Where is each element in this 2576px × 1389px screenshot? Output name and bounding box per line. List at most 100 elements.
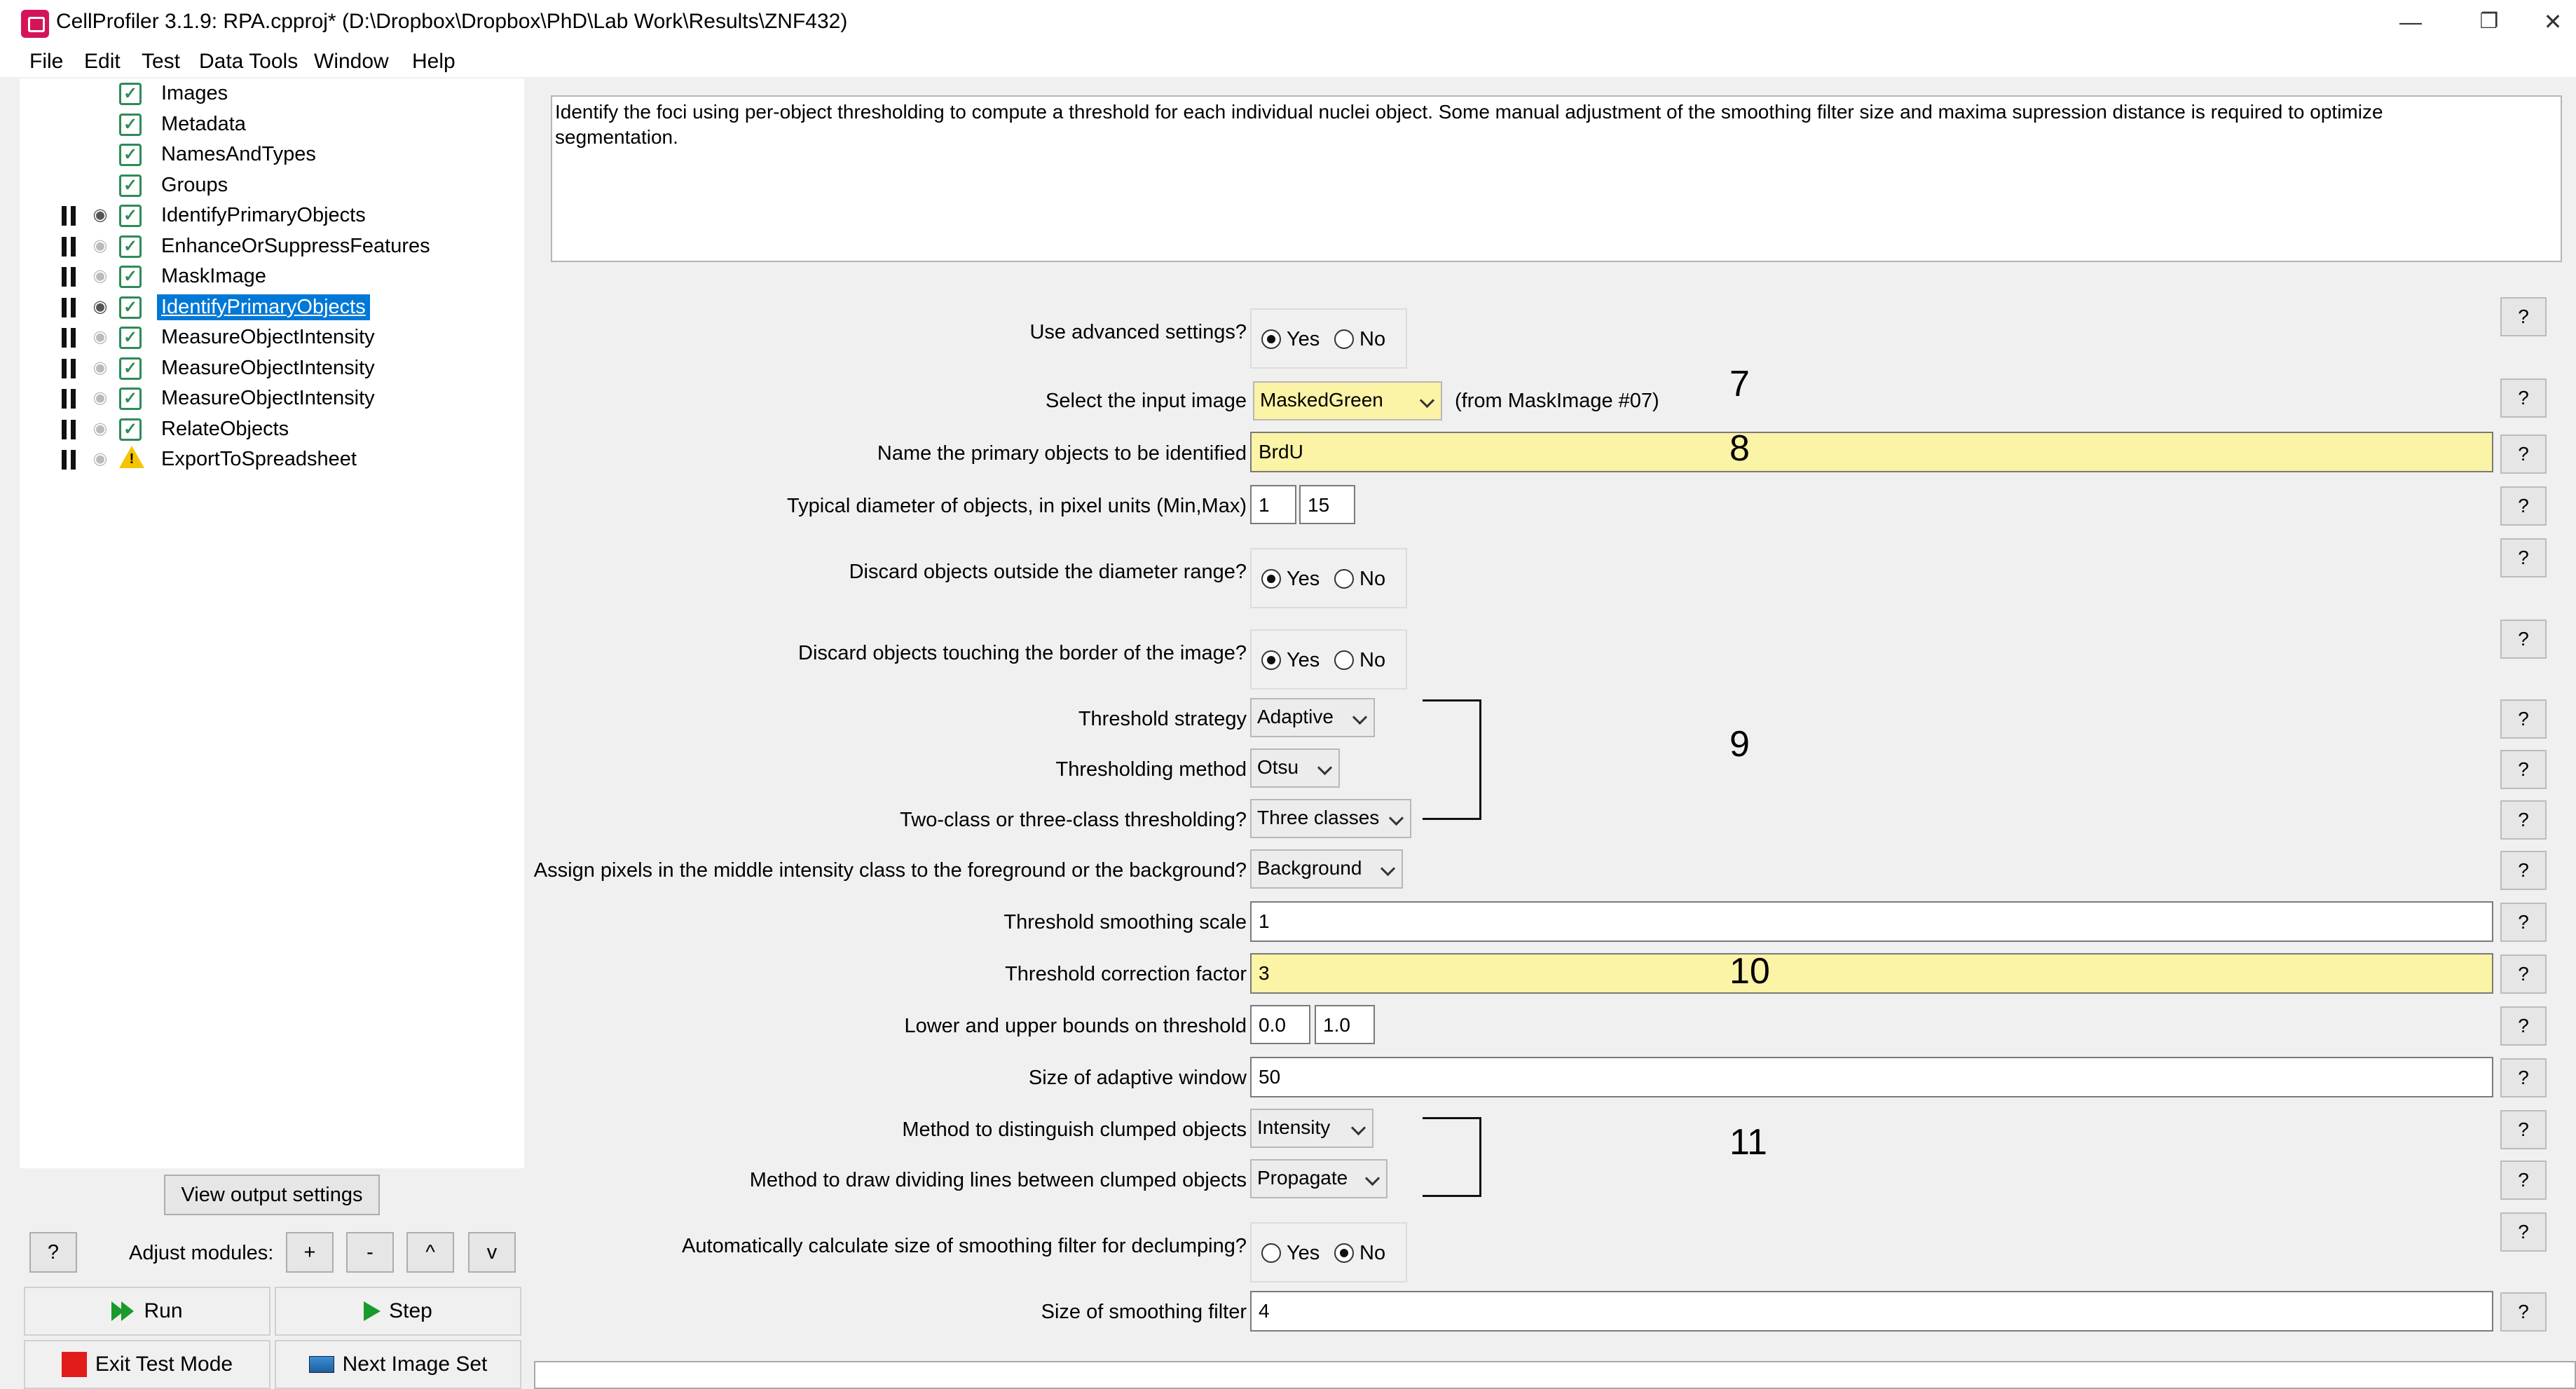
dividing-lines-help-button[interactable]: ?: [2500, 1161, 2547, 1200]
enabled-check-icon[interactable]: ✓: [119, 327, 142, 349]
menu-file[interactable]: File: [29, 46, 63, 77]
eye-closed-icon[interactable]: ◉: [90, 329, 111, 345]
smoothing-scale-help-button[interactable]: ?: [2500, 903, 2547, 942]
primary-objects-name-input[interactable]: BrdU: [1250, 432, 2493, 472]
discard-border-no-radio[interactable]: [1334, 650, 1354, 670]
correction-factor-input[interactable]: 3: [1250, 953, 2493, 994]
next-image-set-button[interactable]: Next Image Set: [275, 1340, 521, 1389]
auto-smoothing-yes-radio[interactable]: [1261, 1243, 1281, 1263]
enabled-check-icon[interactable]: ✓: [119, 174, 142, 197]
pause-icon[interactable]: [62, 206, 77, 226]
threshold-upper-bound-input[interactable]: 1.0: [1315, 1005, 1375, 1044]
middle-class-help-button[interactable]: ?: [2500, 851, 2547, 890]
eye-closed-icon[interactable]: ◉: [90, 359, 111, 376]
smoothing-scale-input[interactable]: 1: [1250, 901, 2493, 942]
module-row[interactable]: ◉ ✓ MeasureObjectIntensity: [20, 383, 524, 413]
auto-smoothing-help-button[interactable]: ?: [2500, 1212, 2547, 1252]
module-row[interactable]: ◉ ✓ MaskImage: [20, 261, 524, 292]
module-row[interactable]: ✓ NamesAndTypes: [20, 139, 524, 170]
input-image-help-button[interactable]: ?: [2500, 378, 2547, 418]
input-image-dropdown[interactable]: MaskedGreen: [1253, 381, 1442, 420]
diameter-max-input[interactable]: 15: [1299, 485, 1355, 524]
threshold-bounds-help-button[interactable]: ?: [2500, 1006, 2547, 1046]
menu-window[interactable]: Window: [314, 46, 389, 77]
use-advanced-help-button[interactable]: ?: [2500, 297, 2547, 336]
restore-button[interactable]: ❐: [2461, 4, 2517, 39]
enabled-check-icon[interactable]: ✓: [119, 357, 142, 380]
enabled-check-icon[interactable]: ✓: [119, 144, 142, 166]
menu-help[interactable]: Help: [412, 46, 455, 77]
eye-closed-icon[interactable]: ◉: [90, 451, 111, 467]
pause-icon[interactable]: [62, 267, 77, 287]
minimize-button[interactable]: —: [2383, 4, 2439, 39]
move-module-up-button[interactable]: ^: [406, 1232, 454, 1273]
move-module-down-button[interactable]: v: [468, 1232, 516, 1273]
menu-edit[interactable]: Edit: [84, 46, 121, 77]
module-row[interactable]: ◉ ✓ IdentifyPrimaryObjects: [20, 200, 524, 231]
threshold-lower-bound-input[interactable]: 0.0: [1250, 1005, 1310, 1044]
view-output-settings-button[interactable]: View output settings: [164, 1175, 380, 1215]
adaptive-window-help-button[interactable]: ?: [2500, 1058, 2547, 1097]
discard-outside-yes-radio[interactable]: [1261, 569, 1281, 589]
threshold-strategy-dropdown[interactable]: Adaptive: [1250, 698, 1375, 737]
smoothing-filter-input[interactable]: 4: [1250, 1291, 2493, 1332]
smoothing-filter-help-button[interactable]: ?: [2500, 1292, 2547, 1332]
discard-outside-no-radio[interactable]: [1334, 569, 1354, 589]
enabled-check-icon[interactable]: ✓: [119, 388, 142, 410]
diameter-help-button[interactable]: ?: [2500, 486, 2547, 526]
module-row[interactable]: ✓ Images: [20, 78, 524, 109]
enabled-check-icon[interactable]: ✓: [119, 296, 142, 319]
pause-icon[interactable]: [62, 419, 77, 439]
add-module-button[interactable]: +: [286, 1232, 334, 1273]
eye-closed-icon[interactable]: ◉: [90, 420, 111, 437]
enabled-check-icon[interactable]: ✓: [119, 235, 142, 258]
module-row[interactable]: ◉ ✓ MeasureObjectIntensity: [20, 353, 524, 383]
eye-closed-icon[interactable]: ◉: [90, 237, 111, 254]
eye-open-icon[interactable]: ◉: [90, 207, 111, 224]
module-row[interactable]: ◉ ✓ IdentifyPrimaryObjects: [20, 292, 524, 322]
dividing-lines-dropdown[interactable]: Propagate: [1250, 1159, 1388, 1198]
thresholding-method-dropdown[interactable]: Otsu: [1250, 748, 1340, 788]
run-button[interactable]: Run: [24, 1287, 270, 1336]
use-advanced-no-radio[interactable]: [1334, 329, 1354, 349]
pause-icon[interactable]: [62, 297, 77, 317]
module-row[interactable]: ◉! ExportToSpreadsheet: [20, 444, 524, 474]
module-row[interactable]: ✓ Groups: [20, 170, 524, 200]
eye-closed-icon[interactable]: ◉: [90, 268, 111, 285]
enabled-check-icon[interactable]: ✓: [119, 418, 142, 441]
threshold-strategy-help-button[interactable]: ?: [2500, 699, 2547, 739]
menu-data-tools[interactable]: Data Tools: [199, 46, 298, 77]
primary-objects-help-button[interactable]: ?: [2500, 435, 2547, 474]
use-advanced-yes-radio[interactable]: [1261, 329, 1281, 349]
enabled-check-icon[interactable]: ✓: [119, 266, 142, 288]
pipeline-help-button[interactable]: ?: [29, 1232, 77, 1273]
enabled-check-icon[interactable]: ✓: [119, 113, 142, 136]
module-row[interactable]: ◉ ✓ MeasureObjectIntensity: [20, 322, 524, 353]
module-row[interactable]: ◉ ✓ RelateObjects: [20, 414, 524, 444]
middle-class-dropdown[interactable]: Background: [1250, 849, 1403, 889]
clumped-method-dropdown[interactable]: Intensity: [1250, 1109, 1373, 1148]
step-button[interactable]: Step: [275, 1287, 521, 1336]
exit-test-mode-button[interactable]: Exit Test Mode: [24, 1340, 270, 1389]
enabled-check-icon[interactable]: ✓: [119, 205, 142, 227]
auto-smoothing-no-radio[interactable]: [1334, 1243, 1354, 1263]
eye-open-icon[interactable]: ◉: [90, 298, 111, 315]
remove-module-button[interactable]: -: [346, 1232, 394, 1273]
adaptive-window-input[interactable]: 50: [1250, 1057, 2493, 1097]
correction-factor-help-button[interactable]: ?: [2500, 954, 2547, 994]
diameter-min-input[interactable]: 1: [1250, 485, 1296, 524]
discard-border-help-button[interactable]: ?: [2500, 620, 2547, 659]
pause-icon[interactable]: [62, 236, 77, 256]
menu-test[interactable]: Test: [142, 46, 180, 77]
thresholding-method-help-button[interactable]: ?: [2500, 750, 2547, 789]
module-row[interactable]: ✓ Metadata: [20, 109, 524, 139]
clumped-method-help-button[interactable]: ?: [2500, 1110, 2547, 1149]
class-thresholding-dropdown[interactable]: Three classes: [1250, 799, 1411, 838]
pause-icon[interactable]: [62, 358, 77, 378]
pause-icon[interactable]: [62, 328, 77, 348]
eye-closed-icon[interactable]: ◉: [90, 390, 111, 406]
close-button[interactable]: ✕: [2530, 4, 2576, 39]
pause-icon[interactable]: [62, 389, 77, 409]
discard-border-yes-radio[interactable]: [1261, 650, 1281, 670]
module-row[interactable]: ◉ ✓ EnhanceOrSuppressFeatures: [20, 231, 524, 261]
